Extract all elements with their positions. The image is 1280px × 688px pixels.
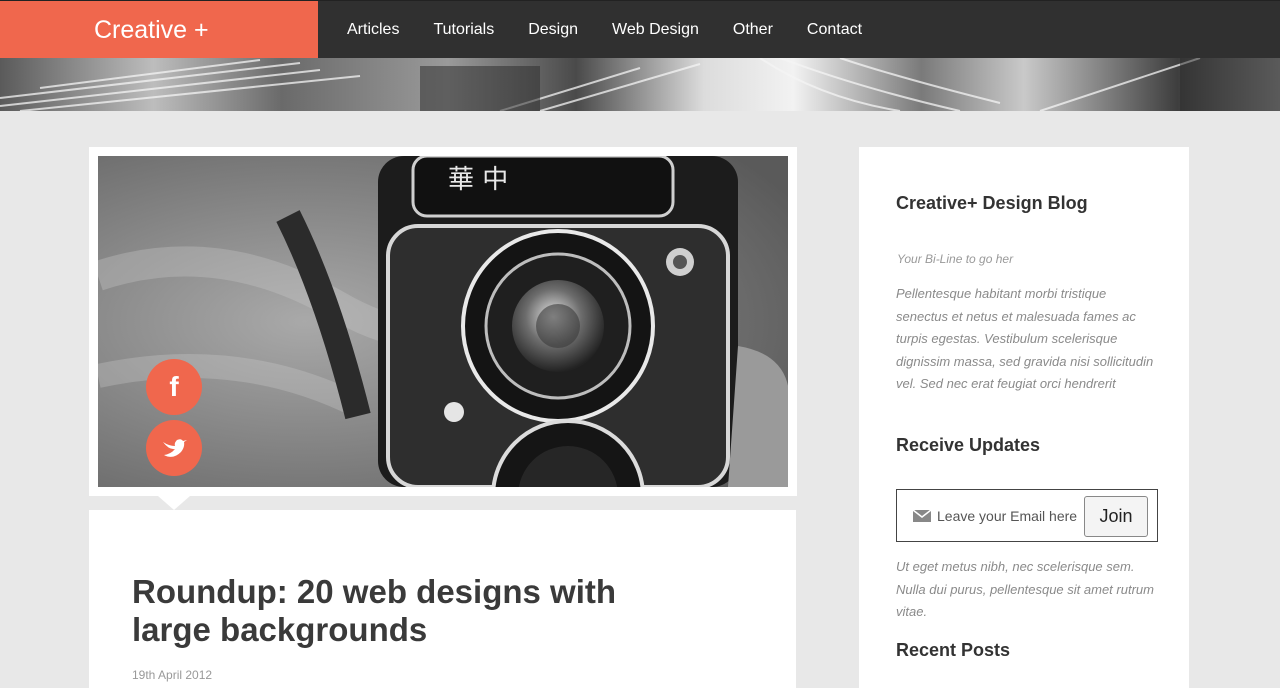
sidebar-intro-text: Pellentesque habitant morbi tristique se… bbox=[896, 286, 1154, 391]
email-subscribe-form: Join bbox=[896, 489, 1158, 542]
email-input[interactable] bbox=[937, 504, 1077, 528]
post-featured-image[interactable]: 華 中 bbox=[98, 156, 788, 487]
nav-item-web-design[interactable]: Web Design bbox=[612, 21, 699, 39]
header-banner-image bbox=[0, 58, 1280, 111]
nav-item-design[interactable]: Design bbox=[528, 21, 578, 39]
post-date: 19th April 2012 bbox=[132, 668, 213, 682]
nav-item-contact[interactable]: Contact bbox=[807, 21, 862, 39]
sidebar-blog-title: Creative+ Design Blog bbox=[896, 193, 1088, 213]
sidebar-byline: Your Bi-Line to go her bbox=[897, 252, 1014, 266]
facebook-share-button[interactable]: f bbox=[146, 359, 202, 415]
facebook-icon: f bbox=[169, 371, 179, 402]
nav-item-articles[interactable]: Articles bbox=[347, 21, 399, 39]
join-button[interactable]: Join bbox=[1084, 496, 1148, 537]
receive-updates-heading: Receive Updates bbox=[896, 435, 1041, 455]
main-nav: Articles Tutorials Design Web Design Oth… bbox=[347, 1, 896, 59]
site-logo[interactable]: Creative + bbox=[0, 1, 318, 59]
svg-text:華 中: 華 中 bbox=[448, 165, 508, 195]
mail-icon bbox=[913, 510, 931, 522]
top-navigation-bar: Creative + Articles Tutorials Design Web… bbox=[0, 0, 1280, 59]
twitter-share-button[interactable] bbox=[146, 420, 202, 476]
updates-description: Ut eget metus nibh, nec scelerisque sem.… bbox=[896, 559, 1154, 619]
nav-item-tutorials[interactable]: Tutorials bbox=[433, 21, 494, 39]
twitter-icon bbox=[163, 439, 187, 457]
post-title[interactable]: Roundup: 20 web designs with large backg… bbox=[132, 573, 692, 649]
post-pointer bbox=[158, 496, 190, 510]
recent-posts-heading: Recent Posts bbox=[896, 640, 1011, 660]
nav-item-other[interactable]: Other bbox=[733, 21, 773, 39]
